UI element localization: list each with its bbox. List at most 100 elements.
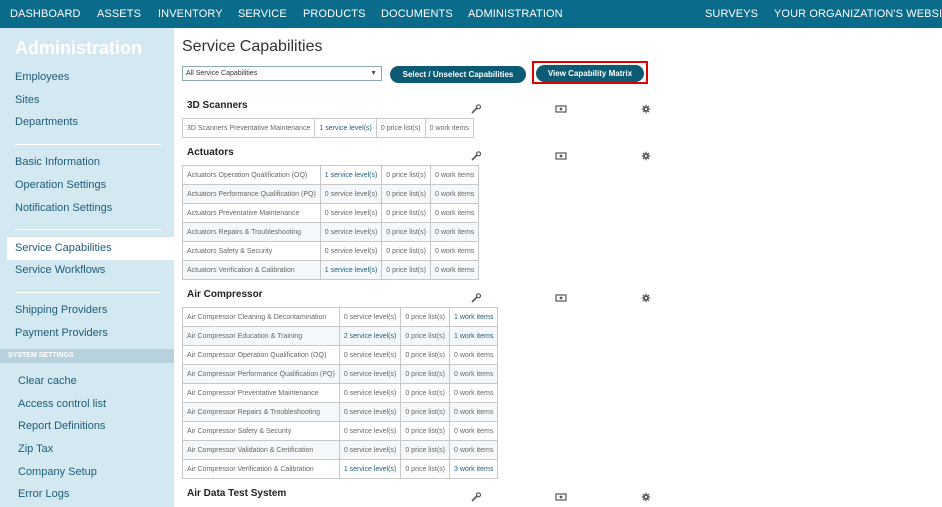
service-levels-cell[interactable]: 1 service level(s)	[319, 260, 383, 280]
sidebar-item-service-workflows[interactable]: Service Workflows	[15, 264, 105, 276]
service-levels-cell[interactable]: 0 service level(s)	[338, 364, 402, 384]
capability-name: Air Compressor Performance Qualification…	[182, 364, 340, 384]
wrench-icon	[470, 101, 482, 114]
capability-name: Actuators Preventative Maintenance	[182, 203, 321, 223]
work-items-cell[interactable]: 0 work items	[429, 260, 480, 280]
section-title: Air Compressor	[187, 289, 263, 300]
work-items-cell[interactable]: 0 work items	[449, 440, 499, 460]
service-levels-cell[interactable]: 0 service level(s)	[338, 402, 402, 422]
service-levels-cell[interactable]: 0 service level(s)	[319, 241, 383, 261]
service-levels-cell[interactable]: 1 service level(s)	[338, 459, 402, 479]
table-row[interactable]: Actuators Preventative Maintenance 0 serv…	[182, 203, 480, 223]
wrench-icon	[470, 489, 482, 502]
capability-name: 3D Scanners Preventative Maintenance	[181, 118, 316, 138]
sidebar-item-basic-information[interactable]: Basic Information	[15, 156, 100, 168]
nav-inventory[interactable]: INVENTORY	[158, 8, 223, 20]
price-lists-cell: 0 price list(s)	[400, 307, 451, 327]
work-items-cell[interactable]: 1 work items	[449, 307, 499, 327]
table-row[interactable]: Air Compressor Cleaning & Decontaminatio…	[182, 307, 499, 327]
nav-surveys[interactable]: SURVEYS	[705, 8, 758, 20]
service-levels-cell[interactable]: 1 service level(s)	[319, 165, 383, 185]
capability-filter-select[interactable]: All Service Capabilities ▼	[182, 66, 382, 81]
work-items-cell[interactable]: 0 work items	[429, 165, 480, 185]
sidebar-item-clear-cache[interactable]: Clear cache	[18, 375, 77, 387]
sidebar-item-zip-tax[interactable]: Zip Tax	[18, 443, 53, 455]
service-levels-cell[interactable]: 0 service level(s)	[338, 421, 402, 441]
nav-assets[interactable]: ASSETS	[97, 8, 141, 20]
price-lists-cell: 0 price list(s)	[400, 459, 451, 479]
sidebar-item-error-logs[interactable]: Error Logs	[18, 488, 69, 500]
view-capability-matrix-button[interactable]: View Capability Matrix	[536, 65, 644, 82]
sidebar-divider	[15, 229, 161, 230]
section-title: Air Data Test System	[187, 488, 287, 499]
table-row[interactable]: Air Compressor Education & Training 2 ser…	[182, 326, 499, 346]
service-levels-cell[interactable]: 1 service level(s)	[314, 118, 377, 138]
work-items-cell[interactable]: 0 work items	[429, 184, 480, 204]
sidebar-item-service-capabilities[interactable]: Service Capabilities	[15, 242, 112, 254]
nav-products[interactable]: PRODUCTS	[303, 8, 366, 20]
price-lists-cell: 0 price list(s)	[381, 260, 431, 280]
price-list-icon	[555, 489, 567, 501]
work-items-cell[interactable]: 0 work items	[429, 222, 480, 242]
filter-selected-value: All Service Capabilities	[186, 70, 258, 77]
work-items-cell[interactable]: 0 work items	[449, 421, 499, 441]
table-row[interactable]: Actuators Repairs & Troubleshooting 0 ser…	[182, 222, 480, 242]
service-levels-cell[interactable]: 0 service level(s)	[338, 307, 402, 327]
service-levels-cell[interactable]: 0 service level(s)	[338, 440, 402, 460]
sidebar-item-sites[interactable]: Sites	[15, 94, 39, 106]
select-unselect-capabilities-button[interactable]: Select / Unselect Capabilities	[390, 66, 526, 83]
service-levels-cell[interactable]: 0 service level(s)	[319, 203, 383, 223]
work-items-cell[interactable]: 0 work items	[449, 383, 499, 403]
table-row[interactable]: Air Compressor Validation & Certificatio…	[182, 440, 499, 460]
table-row[interactable]: Actuators Safety & Security 0 service lev…	[182, 241, 480, 261]
table-row[interactable]: Actuators Verification & Calibration 1 se…	[182, 260, 480, 280]
service-levels-cell[interactable]: 0 service level(s)	[338, 383, 402, 403]
table-row[interactable]: Air Compressor Repairs & Troubleshooting…	[182, 402, 499, 422]
sidebar-item-notification-settings[interactable]: Notification Settings	[15, 202, 112, 214]
table-row[interactable]: Air Compressor Verification & Calibratio…	[182, 459, 499, 479]
chevron-down-icon: ▼	[370, 70, 377, 77]
gear-icon	[640, 290, 652, 303]
sidebar-item-operation-settings[interactable]: Operation Settings	[15, 179, 106, 191]
sidebar-item-payment-providers[interactable]: Payment Providers	[15, 327, 108, 339]
table-row[interactable]: Air Compressor Operation Qualification (…	[182, 345, 499, 365]
work-items-cell[interactable]: 0 work items	[429, 203, 480, 223]
service-levels-cell[interactable]: 2 service level(s)	[338, 326, 402, 346]
nav-dashboard[interactable]: DASHBOARD	[10, 8, 81, 20]
sidebar-item-shipping-providers[interactable]: Shipping Providers	[15, 304, 107, 316]
top-nav: DASHBOARD ASSETS INVENTORY SERVICE PRODU…	[0, 0, 942, 28]
capability-name: Air Compressor Repairs & Troubleshooting	[182, 402, 340, 422]
service-levels-cell[interactable]: 0 service level(s)	[338, 345, 402, 365]
table-row[interactable]: 3D Scanners Preventative Maintenance 1 se…	[181, 118, 474, 138]
sidebar-item-report-definitions[interactable]: Report Definitions	[18, 420, 105, 432]
nav-service[interactable]: SERVICE	[238, 8, 287, 20]
sidebar-item-access-control-list[interactable]: Access control list	[18, 398, 106, 410]
sidebar-item-departments[interactable]: Departments	[15, 116, 78, 128]
work-items-cell[interactable]: 0 work items	[424, 118, 474, 138]
table-row[interactable]: Air Compressor Safety & Security 0 servic…	[182, 421, 499, 441]
capability-name: Air Compressor Safety & Security	[182, 421, 340, 441]
work-items-cell[interactable]: 0 work items	[449, 345, 499, 365]
work-items-cell[interactable]: 0 work items	[449, 402, 499, 422]
capability-table: Air Compressor Cleaning & Decontaminatio…	[182, 307, 499, 479]
work-items-cell[interactable]: 3 work items	[449, 459, 499, 479]
nav-org-website[interactable]: YOUR ORGANIZATION'S WEBSITE	[774, 8, 942, 20]
service-levels-cell[interactable]: 0 service level(s)	[319, 222, 383, 242]
price-lists-cell: 0 price list(s)	[400, 421, 451, 441]
table-row[interactable]: Actuators Operation Qualification (OQ) 1 …	[182, 165, 480, 185]
table-row[interactable]: Air Compressor Performance Qualification…	[182, 364, 499, 384]
table-row[interactable]: Actuators Performance Qualification (PQ)…	[182, 184, 480, 204]
sidebar-item-employees[interactable]: Employees	[15, 71, 69, 83]
work-items-cell[interactable]: 1 work items	[449, 326, 499, 346]
work-items-cell[interactable]: 0 work items	[429, 241, 480, 261]
gear-icon	[640, 148, 652, 161]
table-row[interactable]: Air Compressor Preventative Maintenance 0…	[182, 383, 499, 403]
capability-name: Air Compressor Validation & Certificatio…	[182, 440, 340, 460]
price-list-icon	[555, 148, 567, 160]
work-items-cell[interactable]: 0 work items	[449, 364, 499, 384]
price-lists-cell: 0 price list(s)	[381, 241, 431, 261]
nav-administration[interactable]: ADMINISTRATION	[468, 8, 563, 20]
nav-documents[interactable]: DOCUMENTS	[381, 8, 453, 20]
service-levels-cell[interactable]: 0 service level(s)	[319, 184, 383, 204]
sidebar-item-company-setup[interactable]: Company Setup	[18, 466, 97, 478]
